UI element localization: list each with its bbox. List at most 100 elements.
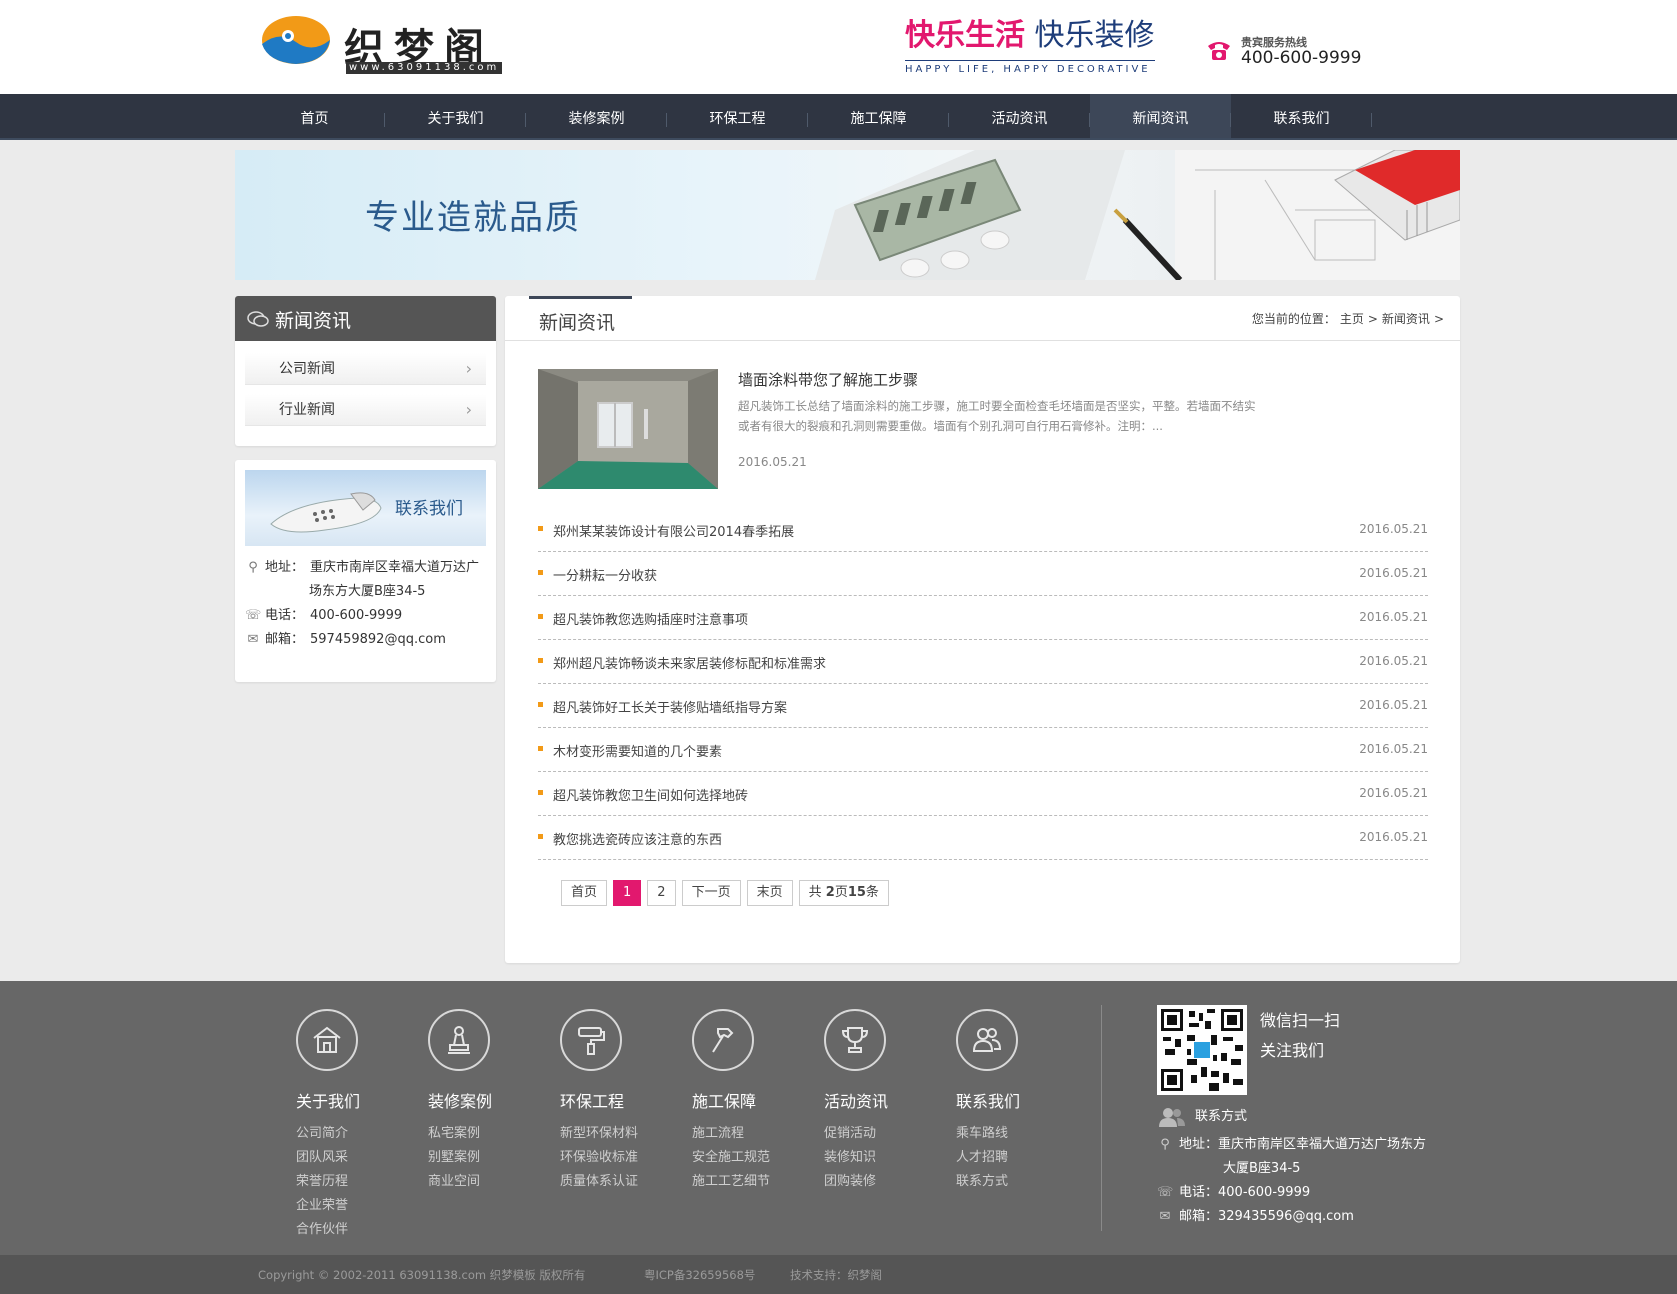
news-title[interactable]: 教您挑选瓷砖应该注意的东西 <box>553 829 722 848</box>
bullet-icon <box>538 614 543 619</box>
stamp-icon[interactable] <box>428 1009 490 1071</box>
news-title[interactable]: 超凡装饰教您选购插座时注意事项 <box>553 609 748 628</box>
nav-item-eco[interactable]: 环保工程 <box>667 94 808 138</box>
email-label: 邮箱： <box>265 632 305 647</box>
footer-address-row: ⚲ 地址：重庆市南岸区幸福大道万达广场东方 <box>1157 1133 1426 1157</box>
phone-icon: ☏ <box>245 608 262 623</box>
footer-link[interactable]: 施工流程 <box>692 1122 744 1141</box>
mail-icon: ✉ <box>247 632 259 647</box>
nav-item-guarantee[interactable]: 施工保障 <box>808 94 949 138</box>
news-title[interactable]: 木材变形需要知道的几个要素 <box>553 741 722 760</box>
footer-link[interactable]: 质量体系认证 <box>560 1170 638 1189</box>
email-value: 597459892@qq.com <box>310 632 446 647</box>
footer-link[interactable]: 商业空间 <box>428 1170 480 1189</box>
footer-link[interactable]: 荣誉历程 <box>296 1170 348 1189</box>
footer-link[interactable]: 团购装修 <box>824 1170 876 1189</box>
list-item[interactable]: 超凡装饰教您卫生间如何选择地砖 2016.05.21 <box>538 772 1428 816</box>
nav-item-home[interactable]: 首页 <box>244 94 385 138</box>
featured-article-image[interactable] <box>538 369 718 489</box>
news-title[interactable]: 超凡装饰好工长关于装修贴墙纸指导方案 <box>553 697 787 716</box>
footer-phone-row: ☏ 电话：400-600-9999 <box>1157 1181 1310 1205</box>
sidebar-header: 新闻资讯 <box>235 296 496 341</box>
footer-link[interactable]: 乘车路线 <box>956 1122 1008 1141</box>
nav-item-contact[interactable]: 联系我们 <box>1231 94 1372 138</box>
bullet-icon <box>538 570 543 575</box>
footer-link[interactable]: 人才招聘 <box>956 1146 1008 1165</box>
hammer-icon[interactable] <box>692 1009 754 1071</box>
list-item[interactable]: 一分耕耘一分收获 2016.05.21 <box>538 552 1428 596</box>
list-item[interactable]: 木材变形需要知道的几个要素 2016.05.21 <box>538 728 1428 772</box>
footer-link[interactable]: 别墅案例 <box>428 1146 480 1165</box>
icp-text[interactable]: 粤ICP备32659568号 <box>644 1267 755 1283</box>
bullet-icon <box>538 702 543 707</box>
support-text[interactable]: 技术支持：织梦阁 <box>790 1267 882 1283</box>
footer-link[interactable]: 新型环保材料 <box>560 1122 638 1141</box>
news-title[interactable]: 郑州超凡装饰畅谈未来家居装修标配和标准需求 <box>553 653 826 672</box>
paint-roller-icon[interactable] <box>560 1009 622 1071</box>
news-title[interactable]: 一分耕耘一分收获 <box>553 565 657 584</box>
total-pages: 2 <box>825 885 835 900</box>
contact-banner: 联系我们 <box>245 470 486 546</box>
breadcrumb-sep: > <box>1433 312 1444 326</box>
chevron-right-icon: › <box>465 359 472 378</box>
featured-article-title[interactable]: 墙面涂料带您了解施工步骤 <box>738 369 918 390</box>
pager-last-button[interactable]: 末页 <box>746 880 793 906</box>
footer-link[interactable]: 联系方式 <box>956 1170 1008 1189</box>
footer-link[interactable]: 施工工艺细节 <box>692 1170 770 1189</box>
nav-item-about[interactable]: 关于我们 <box>385 94 526 138</box>
banner-text: 专业造就品质 <box>365 198 581 238</box>
footer-link[interactable]: 促销活动 <box>824 1122 876 1141</box>
footer-link[interactable]: 装修知识 <box>824 1146 876 1165</box>
footer-link[interactable]: 企业荣誉 <box>296 1194 348 1213</box>
people-icon[interactable] <box>956 1009 1018 1071</box>
banner-illustration-icon <box>815 150 1460 280</box>
page-title: 新闻资讯 <box>539 312 616 334</box>
list-item[interactable]: 超凡装饰教您选购插座时注意事项 2016.05.21 <box>538 596 1428 640</box>
footer-link[interactable]: 公司简介 <box>296 1122 348 1141</box>
footer-link[interactable]: 安全施工规范 <box>692 1146 770 1165</box>
sidebar-nav: 新闻资讯 公司新闻 › 行业新闻 › <box>235 296 496 446</box>
nav-item-activity[interactable]: 活动资讯 <box>949 94 1090 138</box>
footer-link[interactable]: 私宅案例 <box>428 1122 480 1141</box>
nav-item-cases[interactable]: 装修案例 <box>526 94 667 138</box>
footer-divider <box>1101 1005 1102 1231</box>
main-header: 新闻资讯 您当前的位置： 主页 > 新闻资讯 > <box>505 296 1460 341</box>
hotline-number: 400-600-9999 <box>1241 48 1362 68</box>
news-title[interactable]: 郑州某某装饰设计有限公司2014春季拓展 <box>553 521 794 540</box>
pager-next-button[interactable]: 下一页 <box>681 880 741 906</box>
bullet-icon <box>538 834 543 839</box>
breadcrumb-home[interactable]: 主页 <box>1340 312 1364 326</box>
footer-col-title[interactable]: 联系我们 <box>956 1088 1020 1112</box>
sidebar-item-company-news[interactable]: 公司新闻 › <box>245 353 486 385</box>
site-logo[interactable]: 织梦阁 www.63091138.com <box>260 12 540 74</box>
breadcrumb-current[interactable]: 新闻资讯 <box>1382 312 1430 326</box>
house-icon[interactable] <box>296 1009 358 1071</box>
list-item[interactable]: 教您挑选瓷砖应该注意的东西 2016.05.21 <box>538 816 1428 860</box>
wechat-qr-code <box>1157 1005 1247 1095</box>
list-item[interactable]: 郑州超凡装饰畅谈未来家居装修标配和标准需求 2016.05.21 <box>538 640 1428 684</box>
footer-link[interactable]: 环保验收标准 <box>560 1146 638 1165</box>
list-item[interactable]: 郑州某某装饰设计有限公司2014春季拓展 2016.05.21 <box>538 508 1428 552</box>
news-date: 2016.05.21 <box>1359 654 1428 668</box>
pager-page-1-button[interactable]: 1 <box>613 880 642 906</box>
pager-first-button[interactable]: 首页 <box>561 880 608 906</box>
contact-banner-title: 联系我们 <box>395 499 463 519</box>
slogan-part1: 快乐生活 <box>905 18 1025 53</box>
news-date: 2016.05.21 <box>1359 786 1428 800</box>
trophy-icon[interactable] <box>824 1009 886 1071</box>
footer-col-title[interactable]: 施工保障 <box>692 1088 756 1112</box>
news-title[interactable]: 超凡装饰教您卫生间如何选择地砖 <box>553 785 748 804</box>
footer-col-title[interactable]: 活动资讯 <box>824 1088 888 1112</box>
footer-col-title[interactable]: 装修案例 <box>428 1088 492 1112</box>
nav-item-news[interactable]: 新闻资讯 <box>1090 94 1231 138</box>
footer-col-title[interactable]: 环保工程 <box>560 1088 624 1112</box>
copyright-text: Copyright © 2002-2011 63091138.com 织梦模板 … <box>258 1268 586 1282</box>
footer-link[interactable]: 合作伙伴 <box>296 1218 348 1237</box>
sidebar-item-industry-news[interactable]: 行业新闻 › <box>245 394 486 426</box>
list-item[interactable]: 超凡装饰好工长关于装修贴墙纸指导方案 2016.05.21 <box>538 684 1428 728</box>
bullet-icon <box>538 526 543 531</box>
sidebar-contact: 联系我们 ⚲ 地址： 重庆市南岸区幸福大道万达广 场东方大厦B座34-5 ☏ 电话： 4… <box>235 460 496 682</box>
footer-col-title[interactable]: 关于我们 <box>296 1088 360 1112</box>
footer-link[interactable]: 团队风采 <box>296 1146 348 1165</box>
pager-page-2-button[interactable]: 2 <box>647 880 676 906</box>
